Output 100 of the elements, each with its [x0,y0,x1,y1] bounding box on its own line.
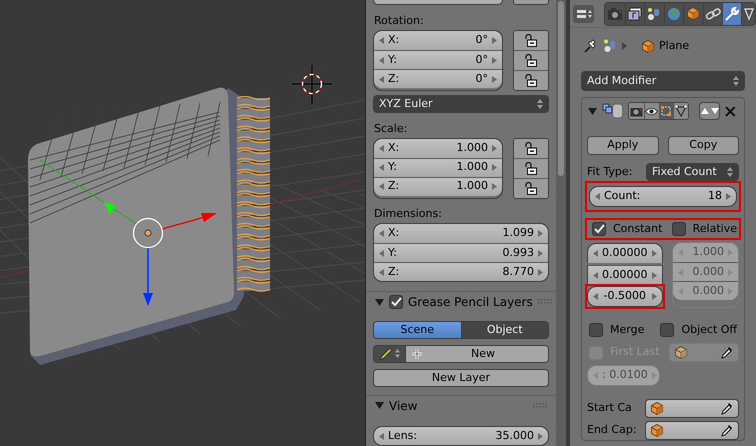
eyedropper-icon[interactable] [721,402,733,415]
number-field[interactable]: Y: 1.000 [374,158,502,177]
plane-drawing[interactable] [28,88,244,365]
decrement-arrow-icon[interactable] [595,193,600,200]
eyedropper-icon[interactable] [721,424,733,437]
number-field[interactable]: Y: 0.993 [374,243,548,262]
add-modifier-dropdown[interactable]: Add Modifier [581,71,745,91]
edit-mode-toggle[interactable] [658,103,674,119]
field-value: 0.00000 [602,245,648,262]
rotation-mode-dropdown[interactable]: XYZ Euler [373,95,549,114]
increment-arrow-icon[interactable] [538,230,543,238]
apply-button[interactable]: Apply [587,136,658,155]
panel-header[interactable]: View [366,396,556,416]
decrement-arrow-icon[interactable] [379,56,384,64]
drag-grip-icon[interactable] [538,299,552,306]
properties-tab[interactable] [605,2,625,24]
number-field[interactable]: Lens: 35.000 [374,427,548,445]
source-tab[interactable]: Scene [374,322,460,338]
properties-tab[interactable] [741,2,755,24]
decrement-arrow-icon[interactable] [593,272,598,278]
increment-arrow-icon[interactable] [726,193,731,200]
object-field[interactable] [668,343,739,362]
fit-type-dropdown[interactable]: Fixed Count [646,163,739,181]
increment-arrow-icon[interactable] [492,183,497,190]
array-copies-drawing[interactable] [236,96,271,292]
checkbox-label: Object Off [681,322,737,338]
checkbox[interactable] [672,222,686,236]
properties-tab[interactable] [644,2,664,24]
number-field[interactable]: X: 1.000 [374,138,502,158]
object-field[interactable] [645,421,739,440]
decrement-arrow-icon[interactable] [379,268,384,276]
decrement-arrow-icon[interactable] [379,183,384,190]
properties-tab[interactable] [624,2,644,24]
number-field[interactable]: Z: 8.770 [374,262,548,282]
number-field[interactable]: Y: 0° [374,50,502,70]
expanded-triangle-icon[interactable] [588,106,597,116]
on-cage-toggle[interactable] [673,103,688,119]
decrement-arrow-icon[interactable] [379,164,384,172]
expanded-triangle-icon[interactable] [375,401,384,410]
number-field[interactable]: Z: 1.000 [374,176,502,196]
properties-tab[interactable] [683,2,703,24]
close-icon[interactable] [725,106,736,116]
checkbox[interactable] [592,222,606,236]
increment-arrow-icon[interactable] [538,268,543,276]
lock-toggle[interactable] [513,0,549,5]
number-field[interactable]: 0.00000 [588,244,662,263]
editor-type-dropdown[interactable] [573,4,594,22]
increment-arrow-icon[interactable] [652,250,656,257]
lock-toggle[interactable] [514,178,548,198]
checkbox[interactable] [589,323,603,337]
lock-toggle[interactable] [514,51,548,70]
lock-toggle[interactable] [514,31,548,50]
scrollbar-thumb[interactable] [558,1,564,176]
padlock-icon [525,162,537,175]
increment-arrow-icon[interactable] [492,37,497,44]
increment-arrow-icon[interactable] [492,56,497,64]
pin-icon[interactable] [584,39,598,53]
padlock-icon [525,182,537,195]
number-field[interactable]: 0.00000 [588,265,662,284]
eyedropper-icon[interactable] [721,346,733,359]
decrement-arrow-icon[interactable] [379,144,384,152]
new-layer-button[interactable]: New Layer [373,368,549,388]
render-toggle[interactable] [629,103,644,119]
decrement-arrow-icon[interactable] [379,250,384,257]
increment-arrow-icon[interactable] [538,433,543,440]
checkbox[interactable] [660,323,674,337]
decrement-arrow-icon[interactable] [593,293,598,300]
viewport-toggle[interactable] [644,103,659,119]
increment-arrow-icon[interactable] [538,250,543,257]
checkbox[interactable] [389,295,403,310]
decrement-arrow-icon[interactable] [379,76,384,83]
decrement-arrow-icon[interactable] [379,230,384,238]
number-field[interactable] [373,0,503,5]
properties-tab[interactable] [722,2,742,24]
decrement-arrow-icon[interactable] [379,37,384,44]
lock-toggle[interactable] [514,71,548,90]
object-field[interactable] [645,399,739,418]
number-field[interactable]: X: 0° [374,31,502,50]
increment-arrow-icon[interactable] [492,164,497,172]
number-field[interactable]: X: 1.099 [374,224,548,244]
increment-arrow-icon[interactable] [492,144,497,152]
transform-gizmo-drawing[interactable] [40,160,217,306]
copy-button[interactable]: Copy [668,136,739,155]
increment-arrow-icon[interactable] [492,76,497,83]
source-tab[interactable]: Object [460,322,548,338]
number-field[interactable]: -0.5000 [588,287,662,306]
increment-arrow-icon[interactable] [652,272,656,278]
move-up-down-button[interactable] [698,102,720,120]
decrement-arrow-icon[interactable] [379,433,384,440]
number-field[interactable]: Count: 18 [590,187,736,206]
panel-header[interactable]: Grease Pencil Layers [366,292,556,313]
expanded-triangle-icon[interactable] [375,298,384,307]
properties-tab[interactable] [702,2,722,24]
number-field[interactable]: Z: 0° [374,69,502,88]
increment-arrow-icon[interactable] [652,293,656,300]
scrollbar[interactable] [556,0,566,446]
drag-grip-icon[interactable] [533,402,547,409]
lock-toggle[interactable] [514,138,548,158]
decrement-arrow-icon[interactable] [593,250,598,257]
lock-toggle[interactable] [514,158,548,178]
